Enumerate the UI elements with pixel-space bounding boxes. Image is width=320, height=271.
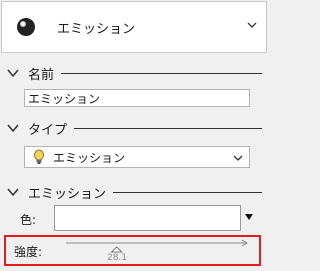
section-divider [61, 72, 262, 74]
material-name: エミッション [57, 21, 136, 37]
material-selector[interactable]: エミッション [1, 1, 267, 53]
section-emission-header[interactable]: エミッション [0, 182, 268, 202]
color-label: 色: [20, 213, 37, 227]
intensity-slider[interactable] [64, 238, 252, 264]
section-divider [74, 127, 262, 129]
slider-handle[interactable] [110, 246, 123, 253]
type-selected-value: エミッション [53, 150, 126, 165]
properties-panel: エミッション 名前 タイプ エミッション [0, 0, 268, 271]
name-field[interactable] [24, 89, 250, 107]
chevron-down-icon[interactable] [6, 66, 20, 80]
section-emission-title: エミッション [28, 186, 107, 202]
chevron-down-icon[interactable] [6, 185, 20, 199]
section-divider [113, 191, 262, 193]
type-dropdown[interactable]: エミッション [24, 146, 250, 168]
material-sphere-icon [5, 7, 47, 47]
section-type-header[interactable]: タイプ [0, 118, 268, 138]
section-name-title: 名前 [28, 67, 55, 83]
intensity-label: 強度: [14, 245, 43, 259]
chevron-down-icon[interactable] [6, 121, 20, 135]
bulb-icon [34, 149, 44, 164]
color-swatch[interactable] [54, 205, 241, 231]
chevron-down-icon[interactable] [232, 152, 244, 164]
intensity-value: 28.1 [106, 253, 128, 263]
section-name-header[interactable]: 名前 [0, 63, 268, 83]
section-type-title: タイプ [28, 122, 68, 138]
dropdown-arrow-icon[interactable] [243, 211, 255, 223]
chevron-down-icon[interactable] [246, 19, 258, 31]
